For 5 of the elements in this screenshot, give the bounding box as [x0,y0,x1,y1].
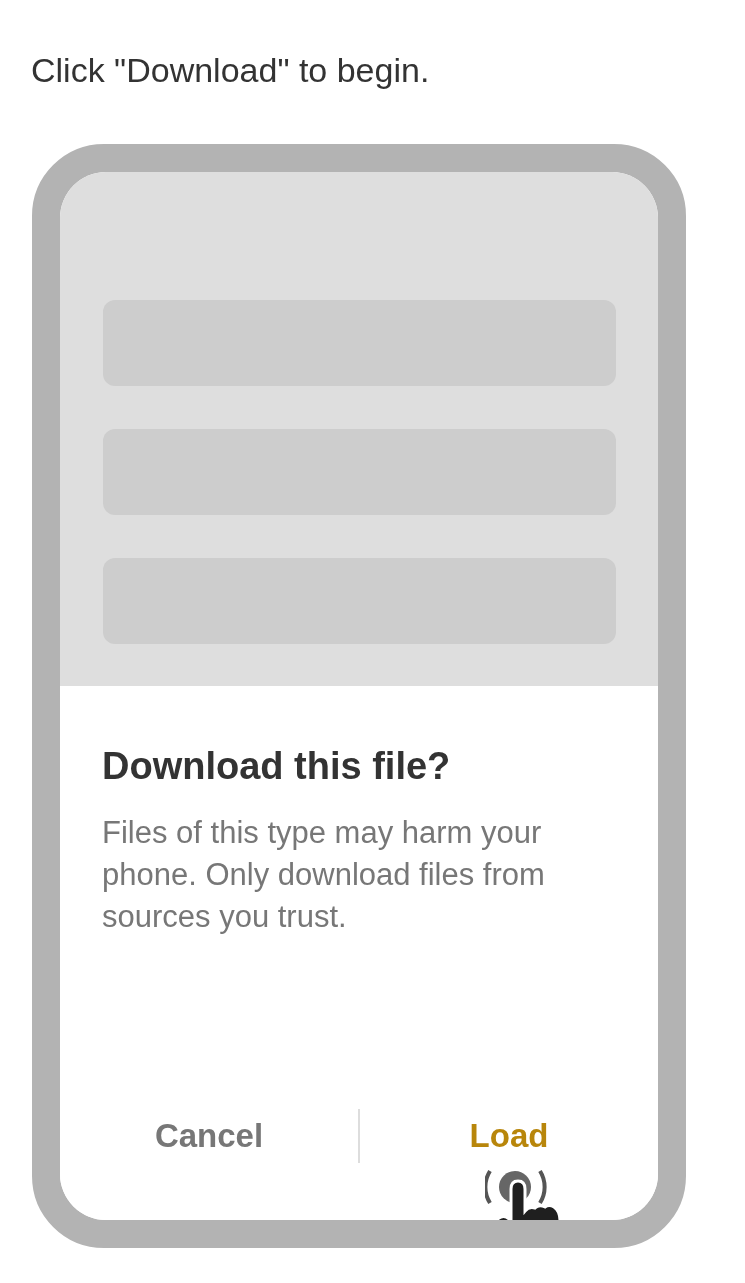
dialog-title: Download this file? [101,744,452,788]
dialog-message: Files of this type may harm your phone. Only download files from sources you trust. [101,814,546,936]
dialog-button[interactable]: Cancel [150,1115,268,1157]
dialog-button[interactable]: Load [465,1115,553,1157]
instruction-text: Click "Download" to begin. [30,50,431,91]
